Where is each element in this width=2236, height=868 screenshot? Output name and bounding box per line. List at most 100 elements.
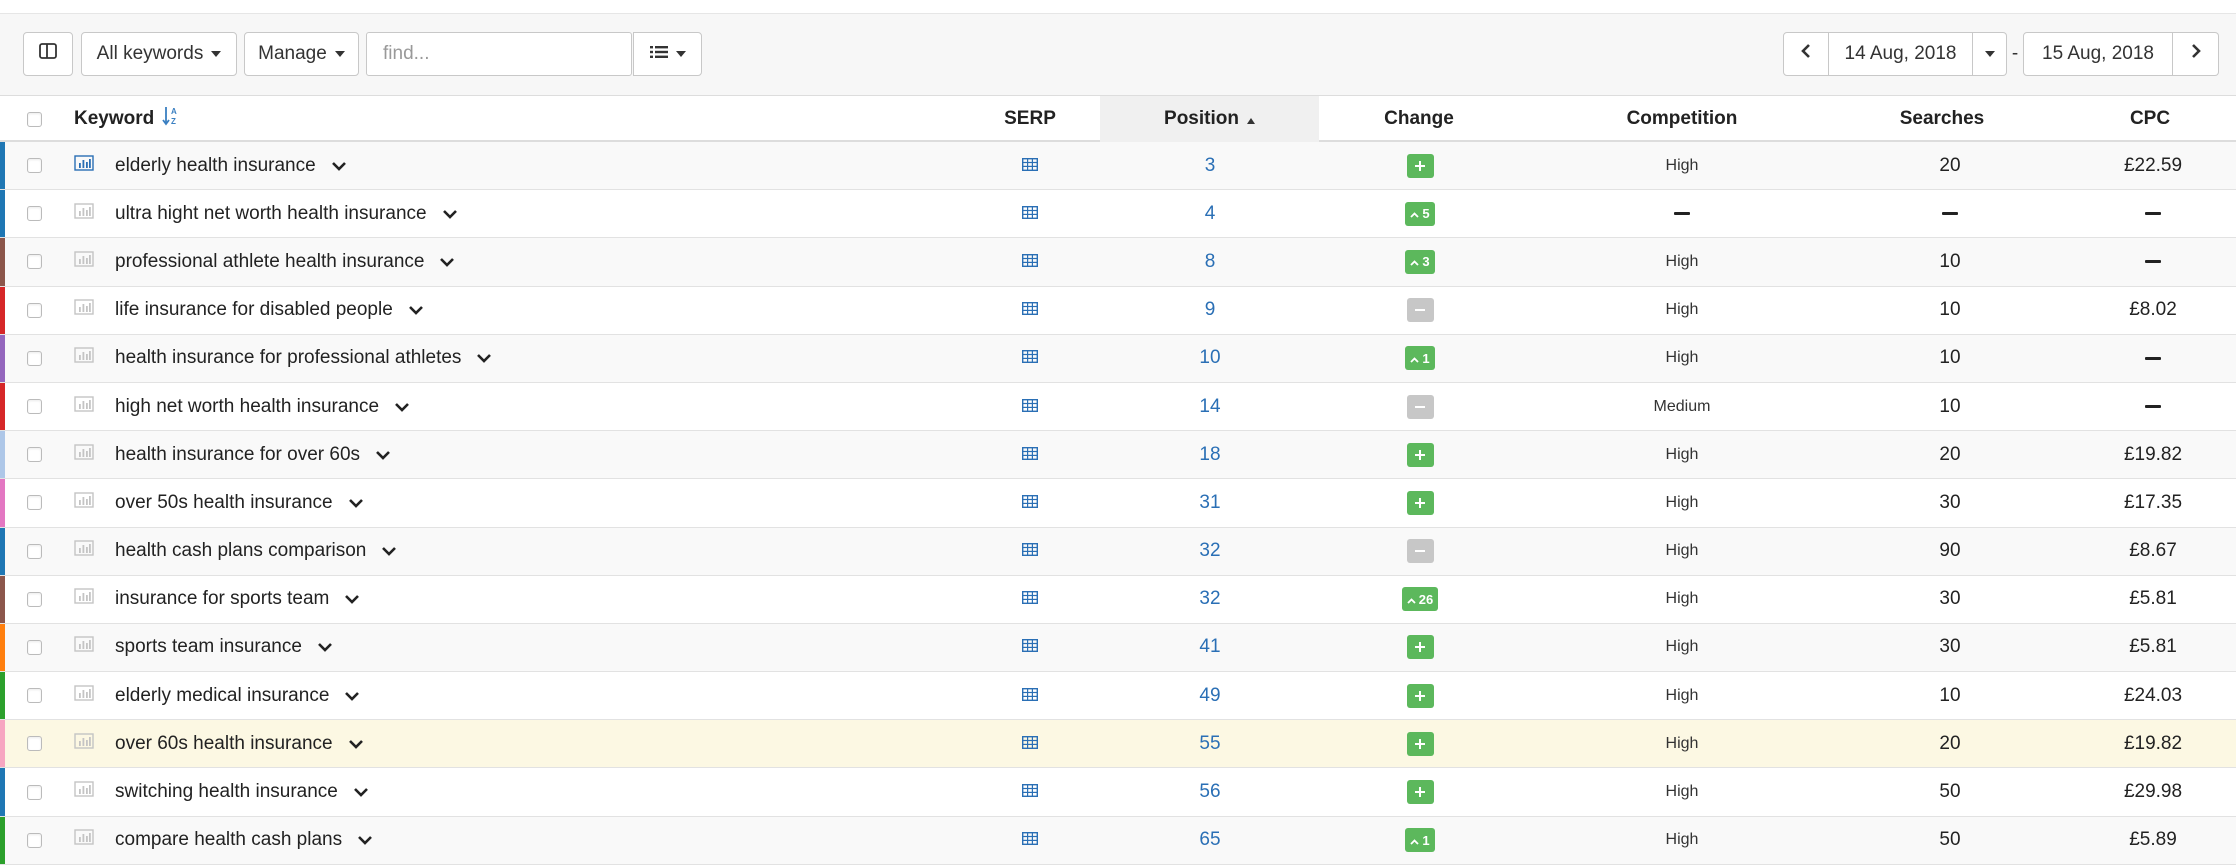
keyword-column-header[interactable]: Keyword AZ xyxy=(74,96,234,142)
keyword-text[interactable]: ultra hight net worth health insurance xyxy=(115,203,427,225)
position-link[interactable]: 31 xyxy=(1199,492,1220,514)
row-checkbox[interactable] xyxy=(25,431,43,478)
keyword-chart-button[interactable] xyxy=(72,817,96,864)
table-row[interactable]: ultra hight net worth health insurance 4 5 xyxy=(0,190,2236,239)
row-checkbox[interactable] xyxy=(25,142,43,189)
table-row[interactable]: elderly health insurance 3 High 20 £22.59 xyxy=(0,142,2236,191)
row-checkbox[interactable] xyxy=(25,768,43,815)
row-checkbox[interactable] xyxy=(25,335,43,382)
chevron-down-icon[interactable] xyxy=(407,301,425,319)
manage-dropdown[interactable]: Manage xyxy=(244,32,359,76)
position-link[interactable]: 3 xyxy=(1205,155,1216,177)
keyword-chart-button[interactable] xyxy=(72,768,96,815)
table-row[interactable]: sports team insurance 41 High 30 £5.81 xyxy=(0,623,2236,673)
row-checkbox[interactable] xyxy=(25,720,43,767)
table-row[interactable]: life insurance for disabled people 9 High 1… xyxy=(0,286,2236,335)
keyword-text[interactable]: professional athlete health insurance xyxy=(115,251,424,273)
competition-column-header[interactable]: Competition xyxy=(1582,96,1782,142)
keyword-text[interactable]: health insurance for over 60s xyxy=(115,444,360,466)
position-link[interactable]: 10 xyxy=(1199,347,1220,369)
date-to-field[interactable]: 15 Aug, 2018 xyxy=(2023,32,2173,76)
table-row[interactable]: health insurance for professional athlet… xyxy=(0,334,2236,383)
keyword-text[interactable]: elderly health insurance xyxy=(115,155,316,177)
serp-button[interactable] xyxy=(1000,528,1060,575)
serp-button[interactable] xyxy=(1000,576,1060,623)
keyword-chart-button[interactable] xyxy=(72,287,96,334)
row-checkbox[interactable] xyxy=(25,287,43,334)
chevron-down-icon[interactable] xyxy=(343,590,361,608)
chevron-down-icon[interactable] xyxy=(374,446,392,464)
next-date-button[interactable] xyxy=(2173,32,2219,76)
previous-date-button[interactable] xyxy=(1783,32,1829,76)
position-link[interactable]: 4 xyxy=(1205,203,1216,225)
keyword-chart-button[interactable] xyxy=(72,142,96,189)
keyword-text[interactable]: over 50s health insurance xyxy=(115,492,333,514)
keyword-chart-button[interactable] xyxy=(72,672,96,719)
table-row[interactable]: high net worth health insurance 14 Medium 1… xyxy=(0,382,2236,432)
serp-button[interactable] xyxy=(1000,624,1060,671)
keyword-text[interactable]: high net worth health insurance xyxy=(115,396,379,418)
serp-button[interactable] xyxy=(1000,672,1060,719)
row-checkbox[interactable] xyxy=(25,190,43,237)
position-link[interactable]: 49 xyxy=(1199,685,1220,707)
keyword-text[interactable]: life insurance for disabled people xyxy=(115,299,393,321)
keyword-text[interactable]: switching health insurance xyxy=(115,781,338,803)
keyword-chart-button[interactable] xyxy=(72,624,96,671)
keyword-chart-button[interactable] xyxy=(72,238,96,285)
table-row[interactable]: professional athlete health insurance 8 3 H… xyxy=(0,238,2236,287)
keyword-text[interactable]: health insurance for professional athlet… xyxy=(115,347,461,369)
table-row[interactable]: health cash plans comparison 32 High 90 £8.6… xyxy=(0,527,2236,576)
chevron-down-icon[interactable] xyxy=(475,349,493,367)
row-checkbox[interactable] xyxy=(25,576,43,623)
row-checkbox[interactable] xyxy=(25,383,43,430)
chevron-down-icon[interactable] xyxy=(330,157,348,175)
table-row[interactable]: over 50s health insurance 31 High 30 £17.35 xyxy=(0,479,2236,528)
row-checkbox[interactable] xyxy=(25,672,43,719)
change-column-header[interactable]: Change xyxy=(1319,96,1519,142)
serp-button[interactable] xyxy=(1000,768,1060,815)
find-input[interactable]: find... xyxy=(366,32,632,76)
chevron-down-icon[interactable] xyxy=(441,205,459,223)
serp-button[interactable] xyxy=(1000,190,1060,237)
position-link[interactable]: 41 xyxy=(1199,636,1220,658)
position-link[interactable]: 65 xyxy=(1199,829,1220,851)
all-keywords-dropdown[interactable]: All keywords xyxy=(81,32,237,76)
chevron-down-icon[interactable] xyxy=(352,783,370,801)
position-link[interactable]: 14 xyxy=(1199,396,1220,418)
keyword-chart-button[interactable] xyxy=(72,335,96,382)
row-checkbox[interactable] xyxy=(25,528,43,575)
select-all-checkbox[interactable] xyxy=(25,96,43,142)
serp-button[interactable] xyxy=(1000,479,1060,526)
keyword-chart-button[interactable] xyxy=(72,576,96,623)
position-link[interactable]: 32 xyxy=(1199,588,1220,610)
chevron-down-icon[interactable] xyxy=(347,735,365,753)
position-link[interactable]: 56 xyxy=(1199,781,1220,803)
keyword-text[interactable]: over 60s health insurance xyxy=(115,733,333,755)
serp-button[interactable] xyxy=(1000,335,1060,382)
keyword-chart-button[interactable] xyxy=(72,720,96,767)
keyword-text[interactable]: health cash plans comparison xyxy=(115,540,366,562)
date-from-dropdown-button[interactable] xyxy=(1973,32,2007,76)
serp-column-header[interactable]: SERP xyxy=(960,96,1100,142)
row-checkbox[interactable] xyxy=(25,238,43,285)
keyword-text[interactable]: insurance for sports team xyxy=(115,588,329,610)
chevron-down-icon[interactable] xyxy=(343,687,361,705)
serp-button[interactable] xyxy=(1000,720,1060,767)
cpc-column-header[interactable]: CPC xyxy=(2070,96,2230,142)
searches-column-header[interactable]: Searches xyxy=(1842,96,2042,142)
date-from-field[interactable]: 14 Aug, 2018 xyxy=(1829,32,1973,76)
serp-button[interactable] xyxy=(1000,142,1060,189)
keyword-chart-button[interactable] xyxy=(72,190,96,237)
position-link[interactable]: 55 xyxy=(1199,733,1220,755)
position-column-header[interactable]: Position xyxy=(1100,96,1319,142)
serp-button[interactable] xyxy=(1000,287,1060,334)
table-row[interactable]: compare health cash plans 65 1 High 50 £5.89 xyxy=(0,816,2236,865)
table-row[interactable]: switching health insurance 56 High 50 £29.98 xyxy=(0,768,2236,817)
serp-button[interactable] xyxy=(1000,817,1060,864)
row-checkbox[interactable] xyxy=(25,479,43,526)
toggle-sidebar-button[interactable] xyxy=(23,32,73,76)
chevron-down-icon[interactable] xyxy=(393,398,411,416)
chevron-down-icon[interactable] xyxy=(316,638,334,656)
chevron-down-icon[interactable] xyxy=(356,831,374,849)
keyword-chart-button[interactable] xyxy=(72,479,96,526)
